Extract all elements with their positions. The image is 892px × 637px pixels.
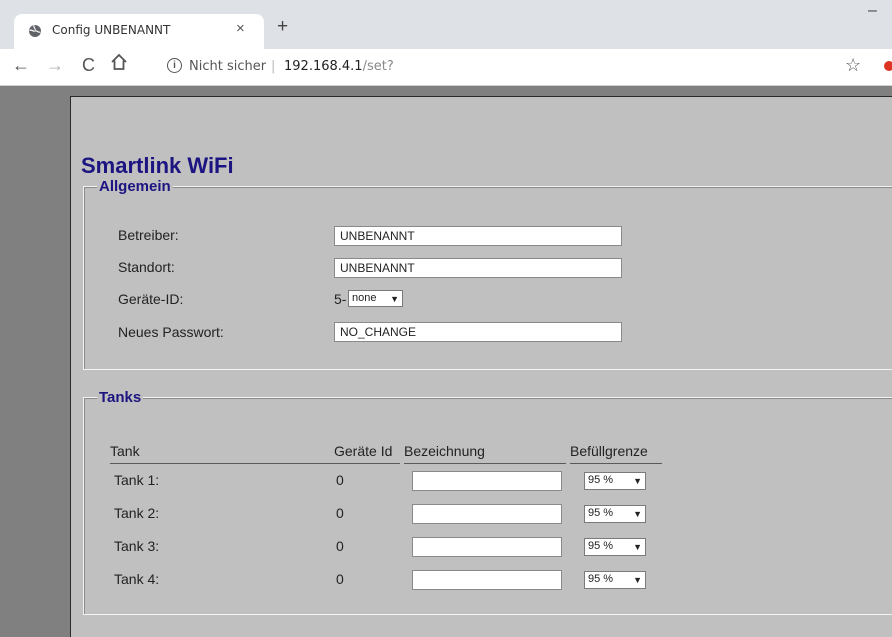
- operator-label: Betreiber:: [118, 227, 179, 243]
- device-id-label: Geräte-ID:: [118, 291, 184, 307]
- tab-close-icon[interactable]: ×: [236, 20, 245, 37]
- url-path: /set?: [362, 59, 394, 74]
- tank-device-id: 0: [336, 538, 344, 554]
- url-separator: |: [271, 59, 276, 74]
- chevron-down-icon: ▼: [633, 575, 642, 585]
- tank-device-id: 0: [336, 472, 344, 488]
- fill-limit-select[interactable]: 95 % ▼: [584, 472, 646, 490]
- browser-toolbar: ← → C i Nicht sicher | 192.168.4.1/set? …: [0, 49, 892, 86]
- page-content: Smartlink WiFi Allgemein Betreiber: UNBE…: [70, 96, 892, 637]
- tanks-section: Tanks Tank Geräte Id Bezeichnung Befüllg…: [83, 389, 892, 615]
- chevron-down-icon: ▼: [633, 476, 642, 486]
- tank-name-input[interactable]: [412, 537, 562, 557]
- fill-limit-value: 95 %: [588, 540, 614, 552]
- fill-limit-value: 95 %: [588, 507, 614, 519]
- location-label: Standort:: [118, 259, 175, 275]
- device-id-prefix: 5-: [334, 291, 347, 307]
- tanks-legend: Tanks: [97, 389, 144, 407]
- general-legend: Allgemein: [97, 178, 173, 196]
- arrow-right-icon[interactable]: →: [46, 55, 64, 75]
- header-name: Bezeichnung: [404, 443, 566, 464]
- browser-tab[interactable]: Config UNBENANNT ×: [14, 14, 264, 49]
- security-status: Nicht sicher: [189, 59, 267, 74]
- tank-label: Tank 2:: [114, 505, 160, 521]
- operator-input[interactable]: UNBENANNT: [334, 226, 622, 246]
- general-section: Allgemein Betreiber: UNBENANNT Standort:…: [83, 178, 892, 370]
- star-icon[interactable]: ☆: [845, 55, 861, 75]
- tank-name-input[interactable]: [412, 471, 562, 491]
- tank-device-id: 0: [336, 571, 344, 587]
- extension-icon[interactable]: [884, 61, 892, 71]
- device-id-select[interactable]: none ▼: [348, 290, 403, 307]
- page-title: Smartlink WiFi: [81, 153, 234, 178]
- tank-device-id: 0: [336, 505, 344, 521]
- minimize-button[interactable]: –: [868, 2, 877, 20]
- fill-limit-select[interactable]: 95 % ▼: [584, 571, 646, 589]
- device-id-select-value: none: [352, 292, 377, 304]
- chevron-down-icon: ▼: [633, 509, 642, 519]
- chevron-down-icon: ▼: [390, 294, 399, 304]
- chevron-down-icon: ▼: [633, 542, 642, 552]
- url-host: 192.168.4.1: [284, 59, 363, 74]
- tank-label: Tank 1:: [114, 472, 160, 488]
- fill-limit-select[interactable]: 95 % ▼: [584, 505, 646, 523]
- home-icon[interactable]: [110, 53, 128, 71]
- arrow-left-icon[interactable]: ←: [12, 55, 30, 75]
- header-device-id: Geräte Id: [334, 443, 400, 464]
- fill-limit-select[interactable]: 95 % ▼: [584, 538, 646, 556]
- header-fill-limit: Befüllgrenze: [570, 443, 662, 464]
- password-input[interactable]: NO_CHANGE: [334, 322, 622, 342]
- tab-bar: Config UNBENANNT × + –: [0, 0, 892, 49]
- header-tank: Tank: [110, 443, 334, 464]
- tank-label: Tank 3:: [114, 538, 160, 554]
- tank-label: Tank 4:: [114, 571, 160, 587]
- url-text: 192.168.4.1/set?: [284, 59, 394, 74]
- fill-limit-value: 95 %: [588, 474, 614, 486]
- password-label: Neues Passwort:: [118, 324, 224, 340]
- tank-name-input[interactable]: [412, 570, 562, 590]
- tab-title: Config UNBENANNT: [52, 23, 171, 37]
- fill-limit-value: 95 %: [588, 573, 614, 585]
- reload-icon[interactable]: C: [82, 55, 95, 75]
- tank-name-input[interactable]: [412, 504, 562, 524]
- globe-icon: [29, 25, 41, 37]
- location-input[interactable]: UNBENANNT: [334, 258, 622, 278]
- address-bar[interactable]: i Nicht sicher | 192.168.4.1/set?: [146, 54, 866, 80]
- new-tab-button[interactable]: +: [277, 17, 288, 37]
- info-icon[interactable]: i: [167, 58, 182, 73]
